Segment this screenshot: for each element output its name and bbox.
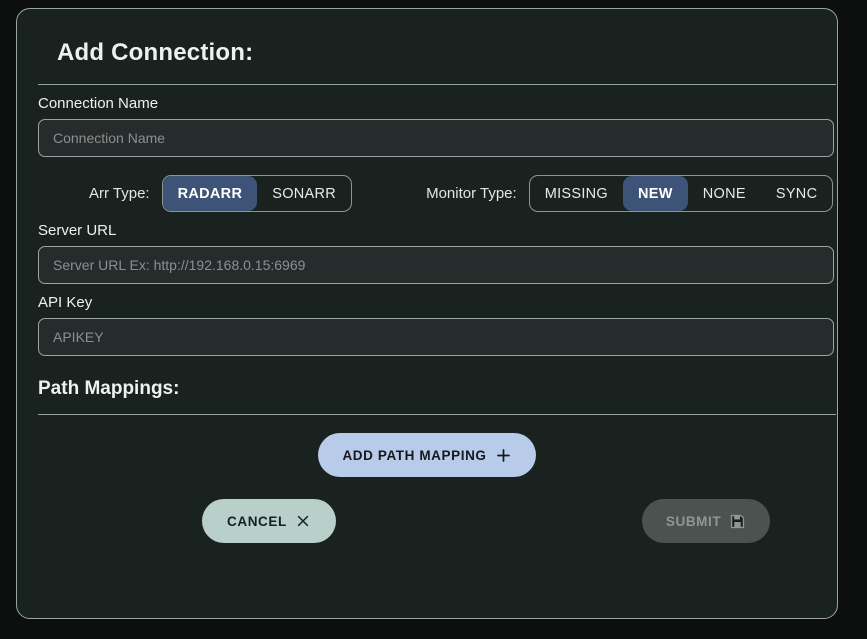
monitor-type-option-missing[interactable]: MISSING (530, 176, 623, 211)
path-mappings-divider (38, 414, 836, 415)
title-divider (38, 84, 836, 85)
dialog-title: Add Connection: (57, 39, 254, 66)
cancel-button[interactable]: CANCEL (202, 499, 336, 543)
api-key-label: API Key (38, 294, 93, 311)
server-url-label: Server URL (38, 222, 117, 239)
submit-button[interactable]: SUBMIT (641, 499, 771, 543)
api-key-input[interactable] (38, 318, 834, 356)
add-connection-dialog: Add Connection: Connection Name Arr Type… (16, 8, 838, 619)
monitor-type-option-new[interactable]: NEW (623, 176, 688, 211)
server-url-input[interactable] (38, 246, 834, 284)
connection-name-input[interactable] (38, 119, 834, 157)
monitor-type-group: Monitor Type: MISSING NEW NONE SYNC (426, 175, 834, 212)
monitor-type-segmented-control[interactable]: MISSING NEW NONE SYNC (528, 175, 834, 212)
monitor-type-caption: Monitor Type: (426, 185, 517, 202)
arr-type-option-radarr[interactable]: RADARR (162, 176, 258, 211)
arr-type-segmented-control[interactable]: RADARR SONARR (161, 175, 353, 212)
arr-type-option-sonarr[interactable]: SONARR (257, 176, 351, 211)
dialog-footer: CANCEL SUBMIT (37, 499, 817, 543)
arr-type-group: Arr Type: RADARR SONARR (89, 175, 353, 212)
monitor-type-option-sync[interactable]: SYNC (761, 176, 833, 211)
submit-button-label: SUBMIT (665, 513, 722, 529)
add-path-mapping-button[interactable]: ADD PATH MAPPING (318, 433, 536, 477)
add-path-mapping-row: ADD PATH MAPPING (37, 433, 817, 477)
connection-name-label: Connection Name (38, 95, 159, 112)
save-floppy-icon (729, 513, 746, 530)
connection-name-field-group: Connection Name (37, 95, 834, 157)
add-path-mapping-label: ADD PATH MAPPING (342, 447, 487, 463)
path-mappings-title: Path Mappings: (38, 378, 180, 399)
plus-icon (495, 447, 512, 464)
cancel-button-label: CANCEL (227, 513, 287, 529)
api-key-field-group: API Key (37, 294, 834, 356)
server-url-field-group: Server URL (37, 222, 834, 284)
close-x-icon (295, 513, 311, 529)
arr-type-caption: Arr Type: (89, 185, 150, 202)
type-selectors-row: Arr Type: RADARR SONARR Monitor Type: MI… (37, 175, 834, 212)
monitor-type-option-none[interactable]: NONE (688, 176, 761, 211)
